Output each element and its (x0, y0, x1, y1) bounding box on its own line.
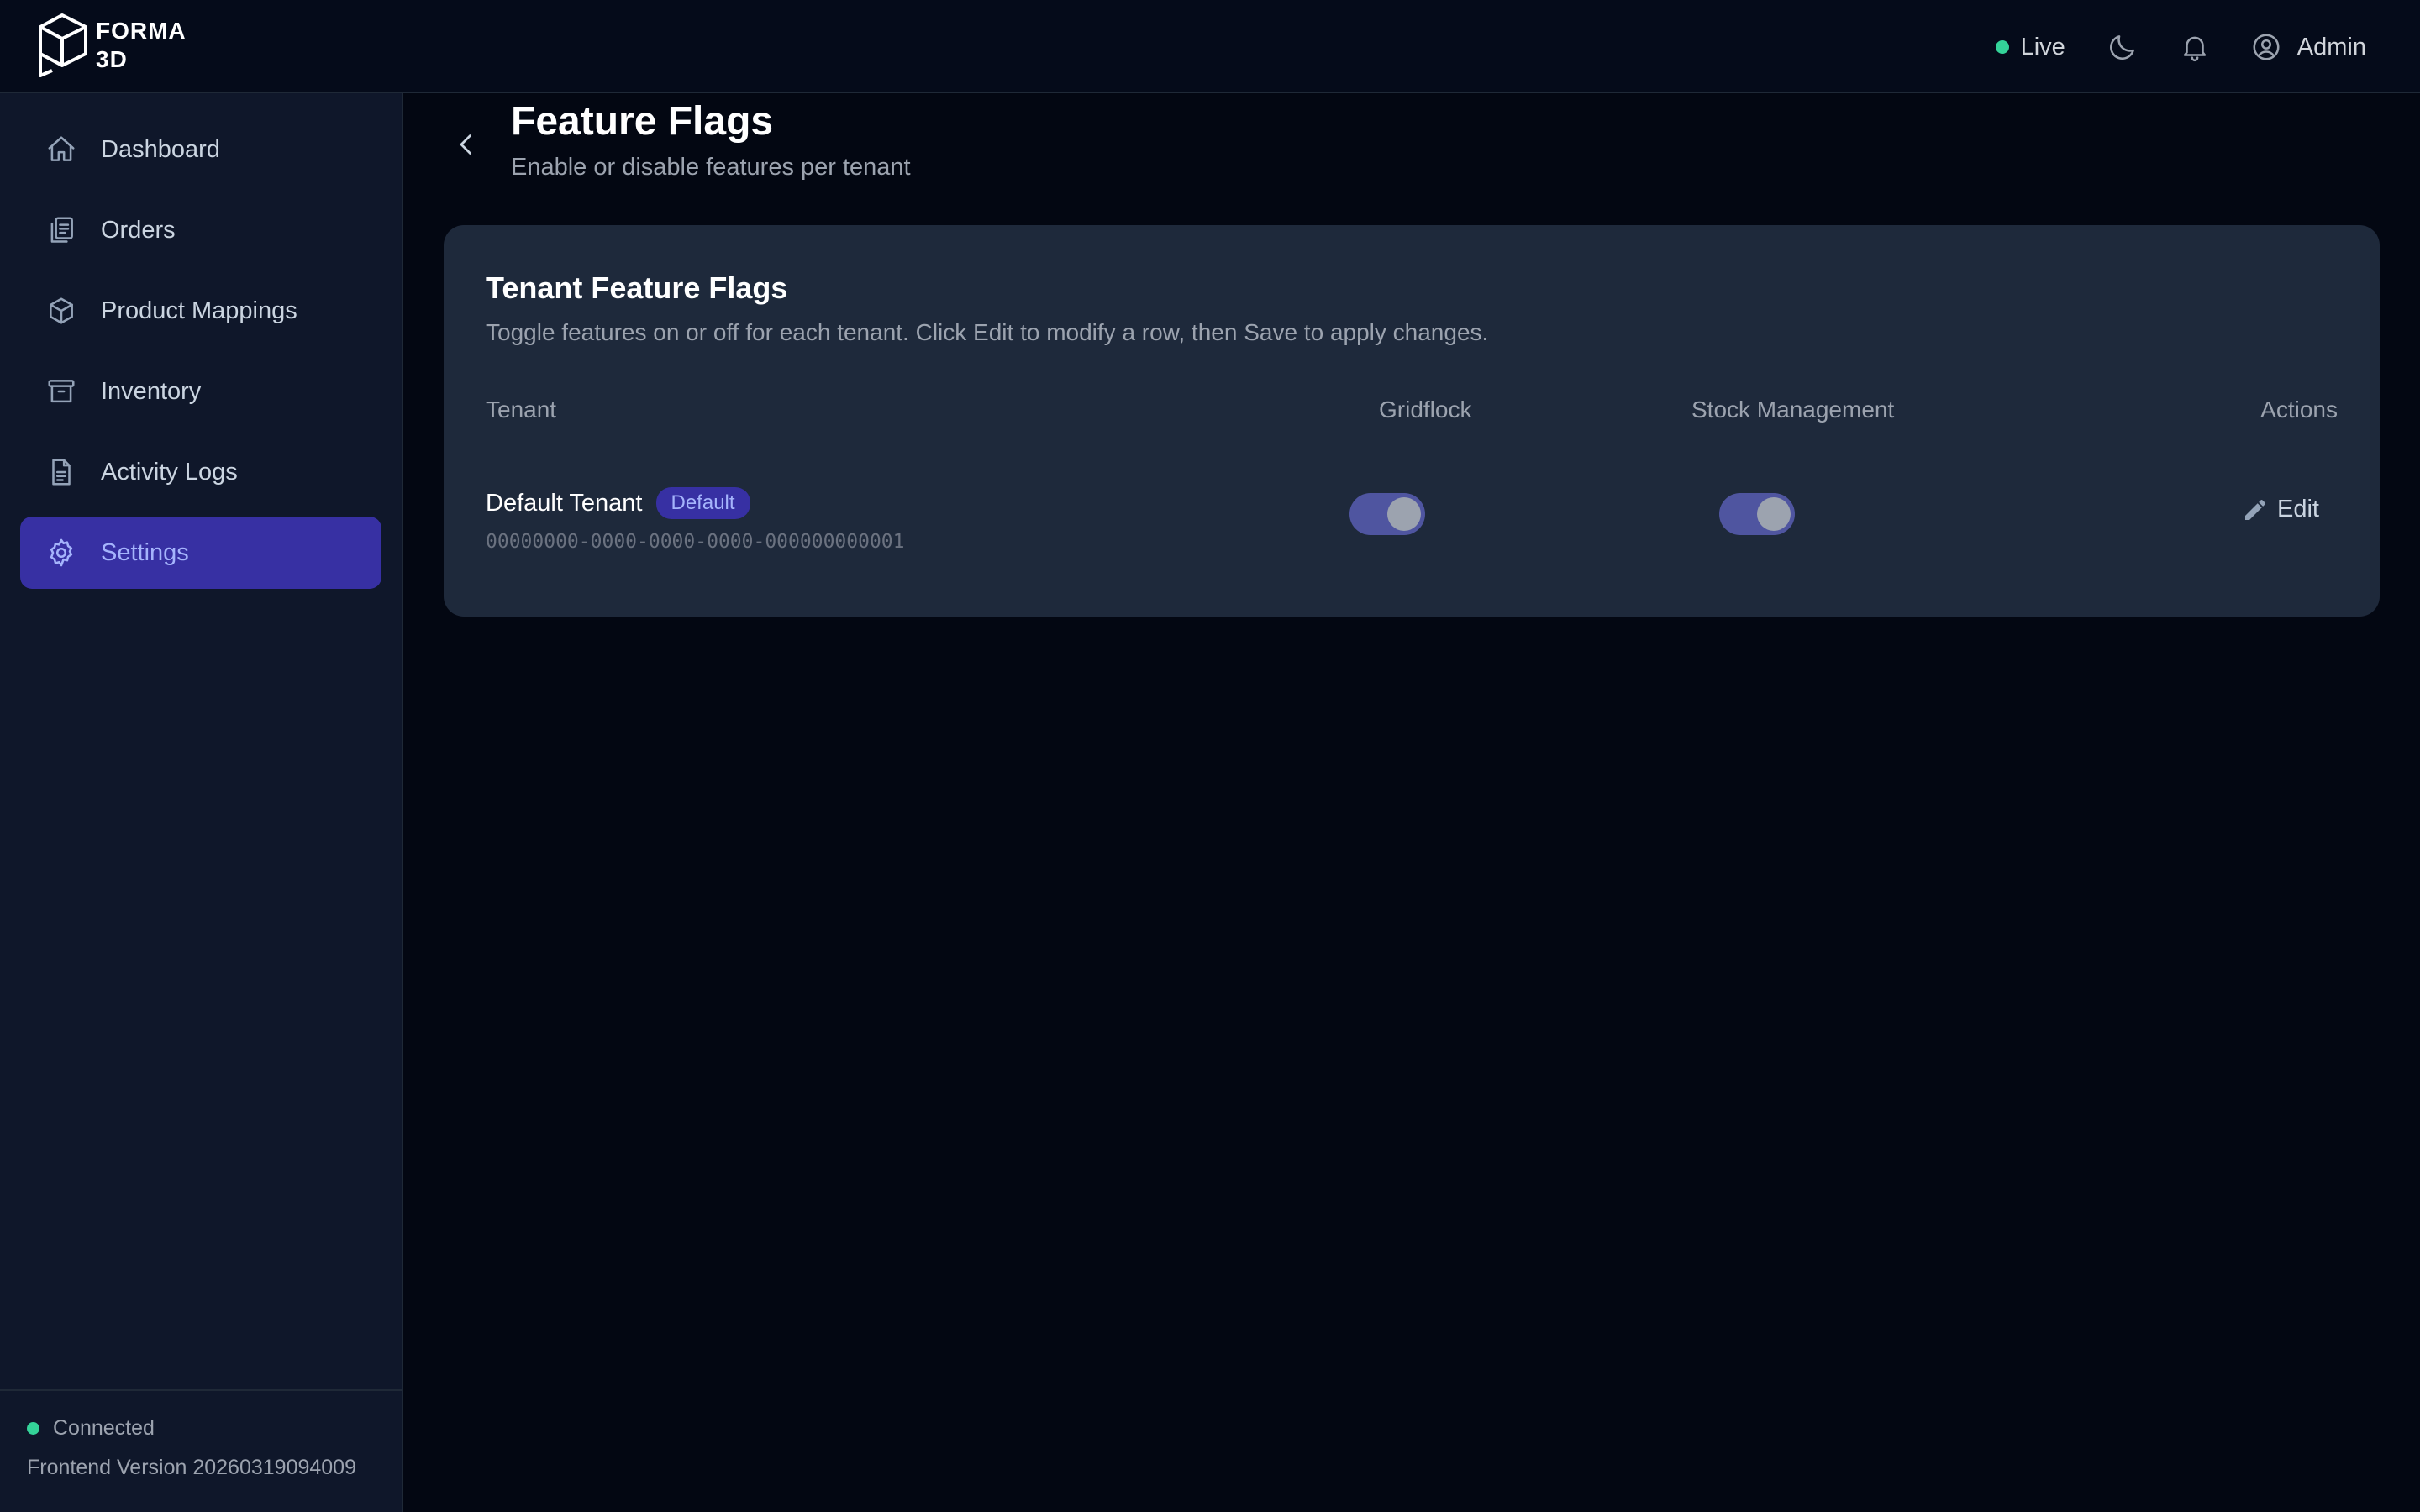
user-circle-icon (2253, 34, 2280, 60)
archive-box-icon (48, 380, 75, 403)
sidebar-item-label: Dashboard (101, 135, 220, 163)
default-badge: Default (655, 487, 750, 519)
sidebar-item-label: Product Mappings (101, 297, 297, 324)
sidebar-item-settings[interactable]: Settings (20, 517, 381, 589)
tenant-id: 00000000-0000-0000-0000-000000000001 (486, 531, 905, 553)
column-header-stock-management: Stock Management (1691, 396, 1895, 423)
clipboard-icon (50, 217, 73, 243)
logo-text: FORMA 3D (96, 17, 187, 74)
card-description: Toggle features on or off for each tenan… (486, 319, 1489, 345)
top-header: FORMA 3D Live Admin (0, 0, 2420, 93)
tenant-name: Default Tenant (486, 489, 643, 517)
theme-toggle-button[interactable] (2106, 30, 2139, 64)
sidebar-nav: Dashboard Orders Product Mappings Invent… (20, 113, 381, 597)
sidebar-item-product-mappings[interactable]: Product Mappings (20, 275, 381, 347)
app-logo[interactable]: FORMA 3D (37, 12, 187, 79)
column-header-tenant: Tenant (486, 396, 557, 423)
live-status-dot (1995, 40, 2009, 54)
sidebar-item-activity-logs[interactable]: Activity Logs (20, 436, 381, 508)
gear-icon (50, 538, 73, 567)
home-icon (48, 136, 75, 161)
logo-line-1: FORMA (96, 18, 187, 44)
sidebar-item-label: Settings (101, 538, 189, 566)
gridflock-toggle[interactable] (1349, 493, 1425, 535)
column-header-actions: Actions (2260, 396, 2338, 423)
back-button[interactable] (445, 123, 487, 165)
sidebar: Dashboard Orders Product Mappings Invent… (0, 93, 403, 1512)
edit-button[interactable]: Edit (2242, 496, 2319, 523)
pencil-icon (2245, 499, 2265, 520)
notifications-button[interactable] (2178, 30, 2212, 64)
moon-icon (2109, 35, 2134, 60)
sidebar-item-inventory[interactable]: Inventory (20, 355, 381, 428)
toggle-knob (1387, 497, 1421, 531)
user-name: Admin (2296, 33, 2366, 60)
tenant-feature-flags-card: Tenant Feature Flags Toggle features on … (444, 225, 2380, 617)
connection-status-dot (27, 1422, 39, 1435)
stock-management-toggle[interactable] (1719, 493, 1795, 535)
tenant-name-cell: Default Tenant Default (486, 487, 750, 519)
connection-status-label: Connected (53, 1416, 155, 1440)
sidebar-item-dashboard[interactable]: Dashboard (20, 113, 381, 186)
edit-button-label: Edit (2277, 496, 2319, 522)
toggle-knob (1757, 497, 1791, 531)
frontend-version: Frontend Version 20260319094009 (27, 1456, 356, 1479)
page-title: Feature Flags (511, 99, 774, 144)
sidebar-footer: Connected Frontend Version 2026031909400… (0, 1389, 402, 1512)
page-subtitle: Enable or disable features per tenant (511, 154, 911, 181)
live-status-label: Live (2020, 33, 2065, 60)
card-title: Tenant Feature Flags (486, 270, 788, 305)
chevron-left-icon (460, 134, 471, 155)
cube-icon (50, 297, 73, 324)
live-status: Live (1995, 33, 2065, 61)
document-icon (52, 459, 71, 486)
header-actions: Live Admin (1995, 25, 2366, 69)
sidebar-item-label: Activity Logs (101, 458, 238, 486)
sidebar-item-orders[interactable]: Orders (20, 194, 381, 266)
user-menu-button[interactable]: Admin (2250, 31, 2366, 63)
cube-logo-icon (39, 13, 87, 77)
logo-line-2: 3D (96, 46, 128, 72)
sidebar-item-label: Inventory (101, 377, 202, 405)
connection-status: Connected (27, 1416, 402, 1441)
column-header-gridflock: Gridflock (1379, 396, 1472, 423)
main-content: Feature Flags Enable or disable features… (403, 93, 2420, 1512)
bell-icon (2183, 36, 2206, 62)
sidebar-item-label: Orders (101, 216, 176, 244)
